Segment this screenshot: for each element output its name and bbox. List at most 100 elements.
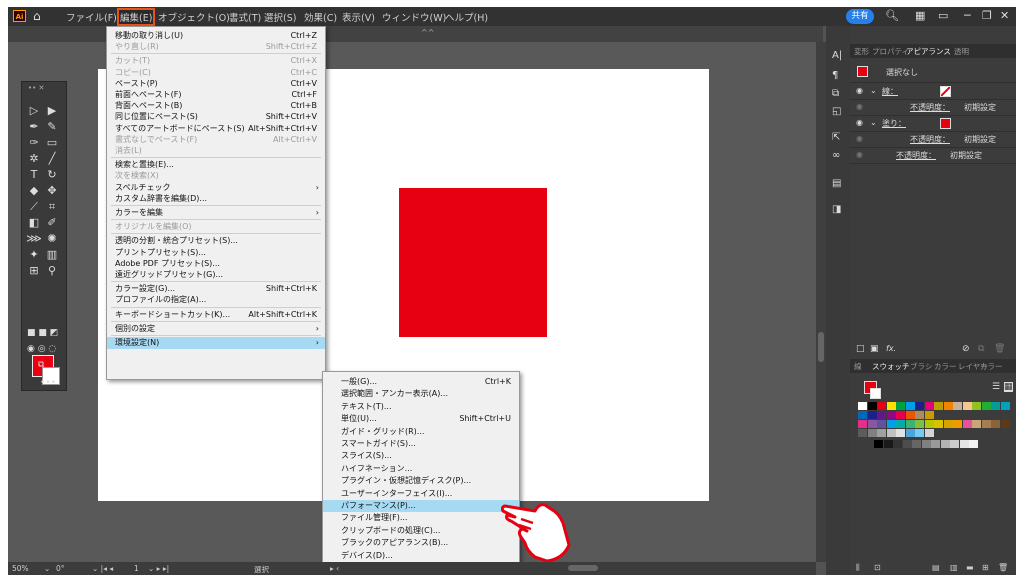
color-swatch[interactable]	[991, 402, 1000, 410]
color-swatch[interactable]	[905, 429, 915, 437]
artboard-tool-icon[interactable]: ⊞	[26, 264, 42, 277]
stroke-label[interactable]: 線：	[882, 86, 898, 97]
add-stroke-icon[interactable]: □	[856, 344, 865, 354]
menu-1[interactable]: 編集(E)	[116, 8, 156, 26]
color-swatch[interactable]	[924, 402, 934, 410]
color-swatch[interactable]	[877, 402, 886, 410]
color-swatch[interactable]	[962, 402, 972, 410]
opacity-label[interactable]: 不透明度：	[910, 134, 950, 145]
artboard-next-icons[interactable]: ⌄ ▸ ▸|	[148, 564, 169, 573]
edit-menu-item[interactable]: カラー設定(G)... Shift+Ctrl+K	[107, 283, 325, 295]
color-swatch[interactable]	[893, 440, 902, 448]
menu-4[interactable]: 選択(S)	[264, 10, 296, 24]
direct-selection-tool-icon[interactable]: ▶	[44, 104, 60, 117]
preferences-item[interactable]: スマートガイド(S)...	[323, 438, 519, 450]
search-icon[interactable]: 🔍︎	[885, 9, 899, 22]
color-swatch[interactable]	[886, 420, 896, 428]
red-rectangle-object[interactable]	[399, 188, 547, 337]
paragraph-icon[interactable]: ¶	[832, 70, 838, 81]
menu-3[interactable]: 書式(T)	[229, 10, 261, 24]
edit-menu-item[interactable]: 個別の設定 ›	[107, 323, 325, 335]
color-swatch[interactable]	[953, 402, 962, 410]
color-swatch[interactable]	[858, 411, 867, 419]
rotation-angle[interactable]: 0°	[56, 564, 65, 573]
color-swatch[interactable]	[969, 440, 978, 448]
edit-menu-item[interactable]: 遠近グリッドプリセット(G)...	[107, 269, 325, 281]
color-swatch[interactable]	[915, 402, 924, 410]
panel-tab[interactable]: アピアランス	[906, 46, 951, 57]
edit-menu-item[interactable]: プリントプリセット(S)...	[107, 247, 325, 259]
preferences-item[interactable]: デバイス(D)...	[323, 550, 519, 562]
edit-menu-item[interactable]: Adobe PDF プリセット(S)...	[107, 258, 325, 270]
panel-tab[interactable]: カラー	[934, 361, 957, 372]
thumbnail-view-icon[interactable]: ▦	[1004, 382, 1013, 392]
color-swatch[interactable]	[962, 420, 972, 428]
color-swatch[interactable]	[877, 429, 886, 437]
color-swatch[interactable]	[905, 420, 915, 428]
rectangle-tool-icon[interactable]: ▭	[44, 136, 60, 149]
horizontal-scrollbar-thumb[interactable]	[568, 565, 598, 571]
preferences-item[interactable]: パフォーマンス(P)...	[323, 500, 519, 512]
preferences-item[interactable]: 一般(G)... Ctrl+K	[323, 376, 519, 388]
menu-0[interactable]: ファイル(F)	[66, 10, 117, 24]
preferences-item[interactable]: プラグイン・仮想記憶ディスク(P)...	[323, 475, 519, 487]
color-swatch[interactable]	[921, 440, 931, 448]
visibility-eye-icon[interactable]: ◉	[856, 134, 863, 143]
preferences-item[interactable]: 選択範囲・アンカー表示(A)...	[323, 388, 519, 400]
color-swatch[interactable]	[886, 429, 896, 437]
visibility-eye-icon[interactable]: ◉	[856, 118, 863, 127]
swatch-libraries-icon[interactable]: ⫼	[856, 563, 860, 573]
color-swatch[interactable]	[953, 420, 962, 428]
artboard-number[interactable]: 1	[134, 564, 139, 573]
menu-5[interactable]: 効果(C)	[304, 10, 337, 24]
type-tool-icon[interactable]: T	[26, 168, 42, 181]
stroke-none-swatch[interactable]	[940, 86, 951, 97]
zoom-level[interactable]: 50%	[12, 564, 29, 573]
opacity-label[interactable]: 不透明度：	[910, 102, 950, 113]
panel-tab[interactable]: 線	[854, 361, 862, 372]
symbol-sprayer-tool-icon[interactable]: ✺	[44, 232, 60, 245]
color-swatch[interactable]	[858, 429, 867, 437]
color-swatch[interactable]	[940, 440, 950, 448]
visibility-eye-icon[interactable]: ◉	[856, 102, 863, 111]
color-swatch[interactable]	[867, 411, 877, 419]
disclosure-icon[interactable]: ⌄	[870, 118, 877, 127]
panel-tab[interactable]: 変形	[854, 46, 869, 57]
edit-menu-item[interactable]: プロファイルの指定(A)...	[107, 294, 325, 306]
color-swatch[interactable]	[934, 420, 943, 428]
fill-swatch-small[interactable]	[940, 118, 951, 129]
edit-menu-item[interactable]: 環境設定(N) ›	[107, 337, 325, 349]
menu-2[interactable]: オブジェクト(O)	[158, 10, 230, 24]
color-swatch[interactable]	[858, 420, 867, 428]
artboard-nav-icons[interactable]: ⌄ |◂ ◂	[92, 564, 113, 573]
color-swatch[interactable]	[877, 420, 886, 428]
menu-8[interactable]: ヘルプ(H)	[445, 10, 488, 24]
character-icon[interactable]: A|	[832, 50, 842, 61]
color-group-icon[interactable]: ▥	[950, 563, 958, 572]
edit-menu-item[interactable]: カスタム辞書を編集(D)...	[107, 193, 325, 205]
zoom-dropdown-icon[interactable]: ⌄	[44, 564, 50, 573]
fx-button[interactable]: fx.	[886, 344, 896, 353]
color-swatch[interactable]	[981, 402, 991, 410]
anchor-tool-icon[interactable]: ✑	[26, 136, 42, 149]
preferences-item[interactable]: テキスト(T)...	[323, 401, 519, 413]
color-swatch[interactable]	[896, 420, 905, 428]
edit-menu-item[interactable]: カラーを編集 ›	[107, 207, 325, 219]
color-swatch[interactable]	[915, 420, 924, 428]
edit-menu-item[interactable]: 背面へペースト(B) Ctrl+B	[107, 100, 325, 112]
preferences-item[interactable]: ガイド・グリッド(R)...	[323, 426, 519, 438]
color-swatch[interactable]	[905, 402, 915, 410]
shape-builder-tool-icon[interactable]: ◧	[26, 216, 42, 229]
pen-tool-icon[interactable]: ✒	[26, 120, 42, 133]
opacity-label[interactable]: 不透明度：	[896, 150, 936, 161]
panel-tab[interactable]: カラー	[980, 361, 1003, 372]
color-swatch[interactable]	[902, 440, 912, 448]
color-swatch[interactable]	[959, 440, 969, 448]
list-view-icon[interactable]: ☰	[992, 382, 1000, 392]
color-swatch[interactable]	[896, 402, 905, 410]
align-icon[interactable]: ▤	[832, 178, 841, 189]
color-swatch[interactable]	[943, 420, 953, 428]
home-icon[interactable]: ⌂	[33, 9, 41, 23]
preferences-item[interactable]: 単位(U)... Shift+Ctrl+U	[323, 413, 519, 425]
color-swatch[interactable]	[931, 440, 940, 448]
